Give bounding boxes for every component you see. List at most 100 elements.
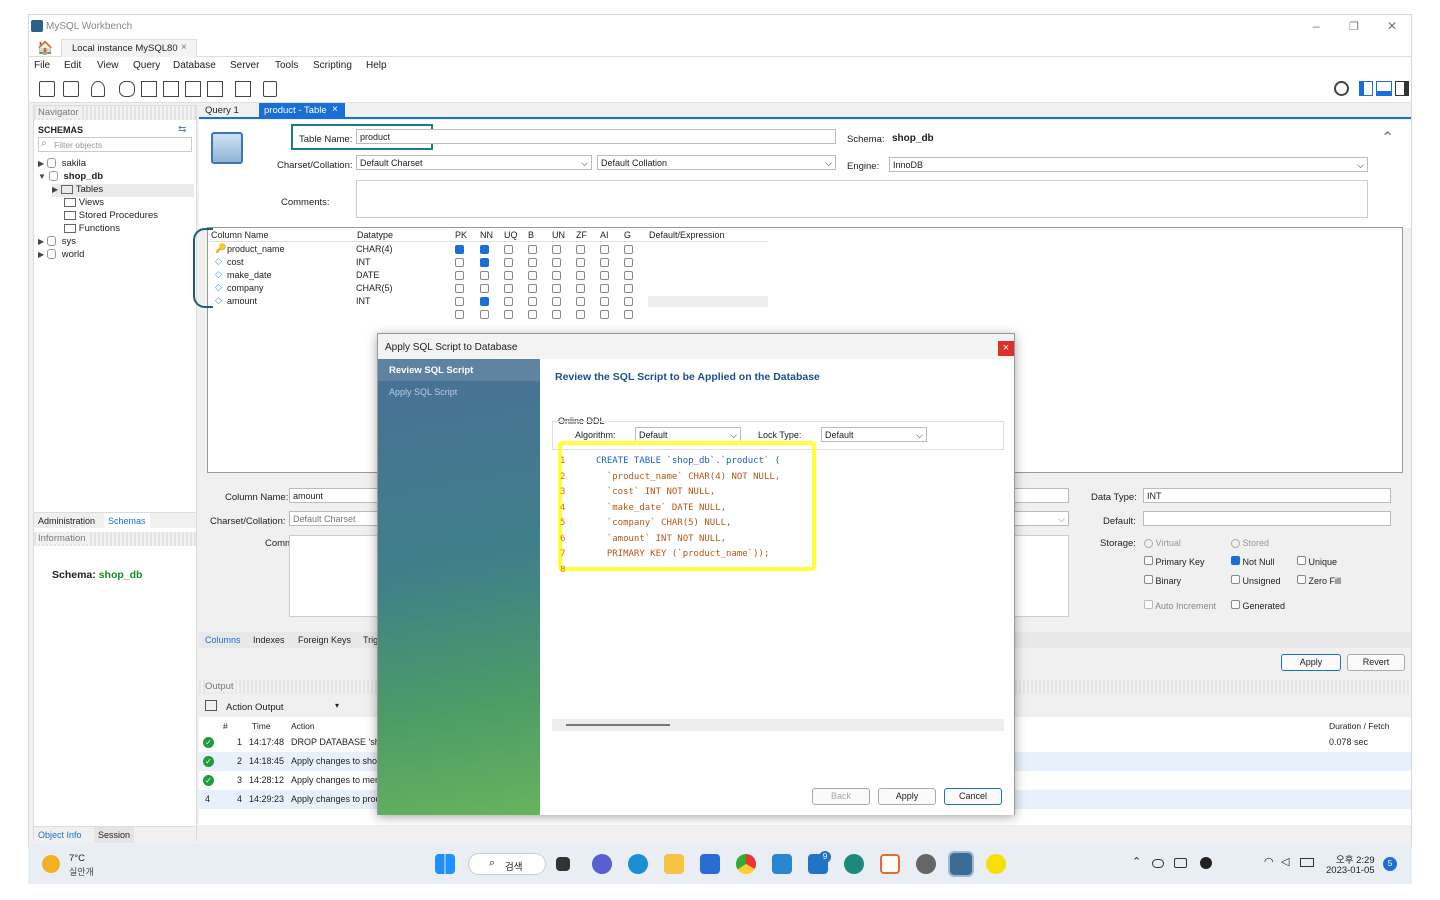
connection-tab-close-icon[interactable]: ×	[181, 42, 187, 53]
flag-checkbox[interactable]	[528, 245, 537, 254]
col-header-zf[interactable]: ZF	[576, 230, 587, 240]
create-procedure-icon[interactable]	[185, 81, 201, 97]
weather-icon[interactable]	[42, 855, 60, 873]
flag-checkbox[interactable]	[576, 297, 585, 306]
horizontal-scrollbar[interactable]	[552, 719, 1004, 731]
flag-checkbox[interactable]	[576, 258, 585, 267]
menu-scripting[interactable]: Scripting	[313, 60, 352, 71]
revert-button[interactable]: Revert	[1347, 654, 1405, 671]
col-header-pk[interactable]: PK	[455, 230, 467, 240]
flag-checkbox[interactable]	[528, 297, 537, 306]
search-table-data-icon[interactable]	[235, 81, 251, 97]
toggle-secondary-sidebar-icon[interactable]	[1395, 81, 1409, 96]
col-header-default[interactable]: Default/Expression	[649, 230, 725, 240]
settings-gear-icon[interactable]	[1334, 81, 1349, 96]
tray-overflow-icon[interactable]: ⌃	[1132, 855, 1141, 868]
workbench-taskbar-icon[interactable]	[948, 851, 974, 877]
charset-select[interactable]: Default Charset ⌵	[356, 155, 592, 170]
output-selector[interactable]: Action Output	[226, 702, 284, 713]
tree-item-stored-procedures[interactable]: Stored Procedures	[64, 210, 194, 223]
flag-checkbox[interactable]	[600, 310, 609, 319]
dialog-cancel-button[interactable]: Cancel	[944, 788, 1002, 805]
flag-checkbox[interactable]	[552, 297, 561, 306]
create-view-icon[interactable]	[163, 81, 179, 97]
primary-key-checkbox[interactable]: Primary Key	[1144, 556, 1205, 567]
app-tray-icon[interactable]	[1200, 857, 1212, 869]
flag-checkbox[interactable]	[624, 245, 633, 254]
menu-help[interactable]: Help	[366, 60, 387, 71]
col-header-g[interactable]: G	[624, 230, 631, 240]
flag-checkbox[interactable]	[480, 310, 489, 319]
flag-checkbox[interactable]	[576, 245, 585, 254]
flag-checkbox[interactable]	[552, 271, 561, 280]
flag-checkbox[interactable]	[455, 310, 464, 319]
col-header-ai[interactable]: AI	[600, 230, 609, 240]
maximize-button[interactable]: ❐	[1349, 20, 1359, 33]
menu-view[interactable]: View	[97, 60, 119, 71]
close-window-button[interactable]: ✕	[1387, 19, 1397, 33]
sql-editor[interactable]: 1 CREATE TABLE `shop_db`.`product` (2 `pr…	[552, 454, 1004, 712]
vpn-icon[interactable]	[844, 854, 864, 874]
clock-date[interactable]: 2023-01-05	[1326, 865, 1375, 876]
generated-checkbox[interactable]: Generated	[1231, 600, 1285, 611]
tree-item-functions[interactable]: Functions	[64, 223, 194, 236]
tab-indexes[interactable]: Indexes	[253, 635, 285, 645]
flag-checkbox[interactable]	[600, 258, 609, 267]
tree-item-sakila[interactable]: ▶ sakila	[38, 158, 198, 171]
binary-checkbox[interactable]: Binary	[1144, 575, 1181, 586]
flag-checkbox[interactable]	[455, 297, 464, 306]
column-row[interactable]: ◇ amount INT	[208, 295, 768, 308]
tab-columns[interactable]: Columns	[205, 635, 241, 645]
tab-object-info[interactable]: Object Info	[38, 830, 82, 840]
flag-checkbox[interactable]	[624, 271, 633, 280]
file-explorer-icon[interactable]	[664, 854, 684, 874]
keyboard-icon[interactable]	[1174, 858, 1187, 868]
flag-checkbox[interactable]	[528, 284, 537, 293]
flag-checkbox[interactable]	[600, 297, 609, 306]
back-button[interactable]: Back	[812, 788, 870, 805]
sync-icon[interactable]	[880, 854, 900, 874]
flag-checkbox[interactable]	[576, 284, 585, 293]
flag-checkbox[interactable]	[455, 258, 464, 267]
data-type-input[interactable]: INT	[1143, 488, 1391, 503]
store-icon[interactable]	[700, 854, 720, 874]
flag-checkbox[interactable]	[624, 310, 633, 319]
tab-schemas[interactable]: Schemas	[104, 513, 150, 529]
flag-checkbox[interactable]	[455, 245, 464, 254]
remote-desktop-icon[interactable]	[772, 854, 792, 874]
taskbar-search[interactable]: ⌕ 검색	[468, 853, 546, 875]
refresh-schemas-icon[interactable]: ⇆	[178, 124, 186, 135]
default-input[interactable]	[1143, 511, 1391, 526]
onedrive-icon[interactable]	[1152, 859, 1164, 868]
menu-query[interactable]: Query	[133, 60, 160, 71]
volume-icon[interactable]: ◁	[1281, 855, 1289, 868]
unsigned-checkbox[interactable]: Unsigned	[1231, 575, 1281, 586]
tree-item-views[interactable]: Views	[64, 197, 194, 210]
create-table-icon[interactable]	[141, 81, 157, 97]
collation-select[interactable]: Default Collation ⌵	[597, 155, 836, 170]
output-dropdown-icon[interactable]: ▾	[335, 701, 339, 710]
flag-checkbox[interactable]	[624, 284, 633, 293]
tree-item-sys[interactable]: ▶ sys	[38, 236, 198, 249]
flag-checkbox[interactable]	[528, 310, 537, 319]
table-comments-input[interactable]	[356, 180, 1368, 218]
start-icon[interactable]	[435, 854, 455, 874]
kakaotalk-icon[interactable]	[986, 854, 1006, 874]
column-row[interactable]	[208, 308, 768, 321]
tree-item-tables[interactable]: ▶ Tables	[52, 184, 194, 197]
storage-virtual-radio[interactable]: Virtual	[1144, 538, 1181, 549]
wifi-icon[interactable]: ◠	[1264, 855, 1274, 868]
col-header-datatype[interactable]: Datatype	[357, 230, 393, 240]
dialog-close-button[interactable]: ×	[998, 341, 1014, 356]
col-header-name[interactable]: Column Name	[211, 230, 269, 240]
flag-checkbox[interactable]	[552, 245, 561, 254]
flag-checkbox[interactable]	[455, 271, 464, 280]
filter-objects-field[interactable]: ⌕ Filter objects	[38, 137, 192, 152]
chat-icon[interactable]	[592, 854, 612, 874]
tab-product-table[interactable]: product - Table ×	[259, 103, 345, 117]
flag-checkbox[interactable]	[480, 258, 489, 267]
flag-checkbox[interactable]	[552, 284, 561, 293]
col-header-b[interactable]: B	[528, 230, 534, 240]
unique-checkbox[interactable]: Unique	[1297, 556, 1337, 567]
flag-checkbox[interactable]	[504, 271, 513, 280]
